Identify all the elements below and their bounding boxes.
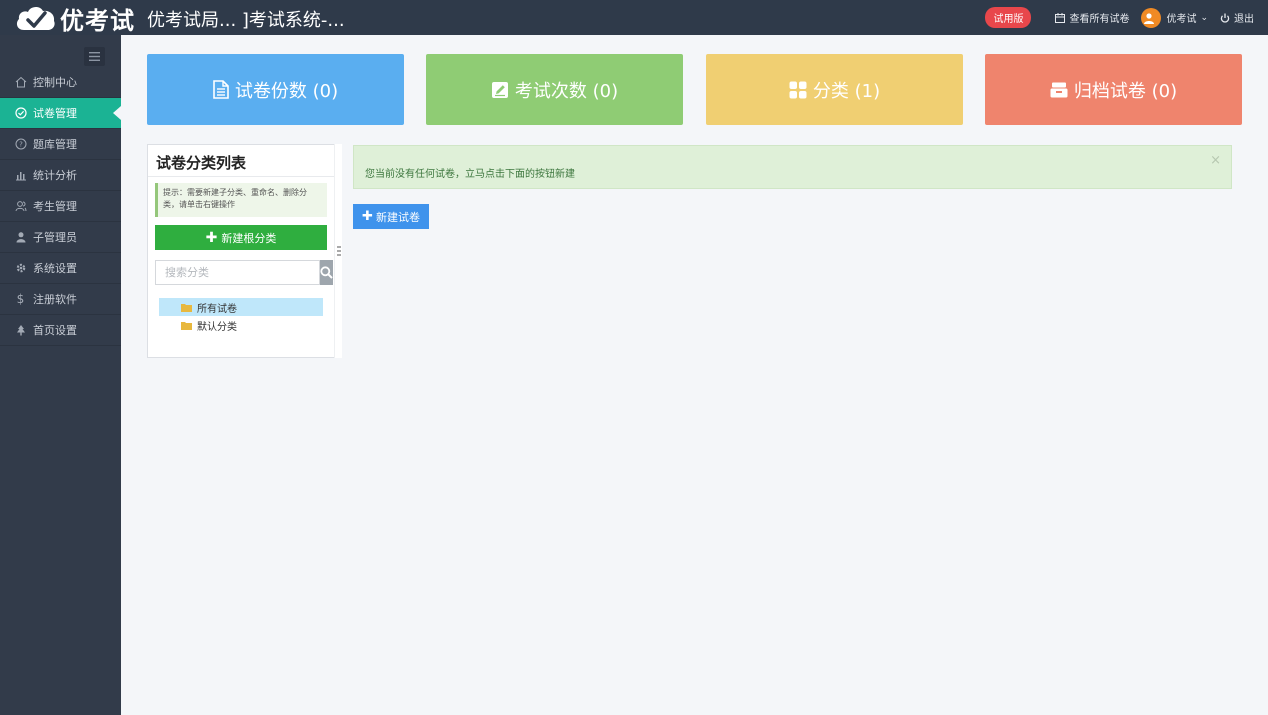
avatar — [1141, 7, 1162, 28]
dollar-icon: $ — [16, 292, 25, 306]
tree-node-label: 所有试卷 — [197, 303, 237, 315]
top-right-menu: 试用版 查看所有试卷 优考试 ⌄ 退出 — [985, 0, 1254, 35]
top-bar: 优考试 优考试局... ]考试系统-... 试用版 查看所有试卷 优考试 ⌄ 退… — [0, 0, 1268, 35]
logo-text: 优考试 — [60, 6, 135, 35]
alert-message: 您当前没有任何试卷，立马点击下面的按钮新建 — [365, 169, 575, 180]
folder-icon — [181, 321, 192, 330]
new-paper-label: 新建试卷 — [375, 210, 420, 224]
sidebar-item-register[interactable]: $ 注册软件 — [0, 284, 121, 315]
sidebar-item-label: 统计分析 — [33, 169, 77, 182]
category-panel-title: 试卷分类列表 — [148, 145, 334, 177]
sidebar-toggle-button[interactable] — [84, 47, 105, 66]
logo[interactable]: 优考试 — [14, 2, 135, 35]
new-root-category-label: 新建根分类 — [221, 231, 277, 245]
sidebar-item-label: 题库管理 — [33, 138, 77, 151]
papers-count-label: 试卷份数 (0) — [234, 80, 339, 102]
user-menu[interactable]: 优考试 ⌄ — [1141, 7, 1208, 28]
empty-papers-alert: 您当前没有任何试卷，立马点击下面的按钮新建 × — [353, 145, 1232, 189]
sidebar-item-system-settings[interactable]: 系统设置 — [0, 253, 121, 284]
search-icon — [320, 266, 333, 279]
menu-icon — [89, 52, 100, 61]
user-name: 优考试 — [1166, 14, 1197, 25]
sidebar-item-question-bank[interactable]: ? 题库管理 — [0, 129, 121, 160]
home-icon — [14, 76, 27, 89]
calendar-icon — [1055, 12, 1066, 23]
apps-icon — [789, 81, 807, 98]
categories-count-label: 分类 (1) — [812, 80, 881, 102]
tree-icon — [14, 324, 27, 337]
exams-count-label: 考试次数 (0) — [514, 80, 619, 102]
panel-resize-handle[interactable] — [334, 144, 342, 358]
category-tree: 所有试卷 默认分类 — [159, 298, 323, 334]
users-icon — [14, 200, 27, 213]
sidebar-item-statistics[interactable]: 统计分析 — [0, 160, 121, 191]
archive-icon — [1050, 82, 1068, 97]
app-title: 优考试局... ]考试系统-... — [147, 10, 345, 31]
papers-count-card[interactable]: 试卷份数 (0) — [147, 54, 404, 125]
user-icon — [1144, 12, 1155, 24]
sidebar-item-label: 注册软件 — [33, 293, 77, 306]
sidebar-item-examinees[interactable]: 考生管理 — [0, 191, 121, 222]
new-paper-button[interactable]: ✚ 新建试卷 — [353, 204, 429, 229]
tree-node-label: 默认分类 — [197, 321, 237, 333]
archived-count-label: 归档试卷 (0) — [1073, 80, 1178, 102]
cloud-check-icon — [16, 6, 55, 30]
category-search — [155, 260, 333, 285]
sidebar: 控制中心 试卷管理 ? 题库管理 统计分析 考生管理 子管理员 系统设置 $ 注… — [0, 35, 121, 715]
archived-count-card[interactable]: 归档试卷 (0) — [985, 54, 1242, 125]
power-icon — [1220, 13, 1230, 23]
sidebar-item-label: 考生管理 — [33, 200, 77, 213]
tree-node-default-category[interactable]: 默认分类 — [159, 316, 323, 334]
category-hint: 提示：需要新建子分类、重命名、删除分类，请单击右键操作 — [155, 183, 327, 217]
trial-badge[interactable]: 试用版 — [985, 7, 1032, 28]
close-icon[interactable]: × — [1210, 153, 1221, 168]
edit-icon — [491, 81, 508, 98]
view-all-papers-link[interactable]: 查看所有试卷 — [1055, 10, 1129, 25]
sidebar-item-sub-admins[interactable]: 子管理员 — [0, 222, 121, 253]
drag-handle-icon — [336, 246, 341, 256]
plus-icon: ✚ — [362, 209, 373, 224]
logout-link[interactable]: 退出 — [1220, 10, 1254, 25]
sidebar-item-dashboard[interactable]: 控制中心 — [0, 67, 121, 98]
sidebar-item-homepage-settings[interactable]: 首页设置 — [0, 315, 121, 346]
tree-node-all-papers[interactable]: 所有试卷 — [159, 298, 323, 316]
check-circle-icon — [14, 107, 27, 120]
gear-icon — [14, 262, 27, 275]
logout-label: 退出 — [1234, 14, 1254, 25]
sidebar-item-label: 系统设置 — [33, 262, 77, 275]
new-root-category-button[interactable]: ✚ 新建根分类 — [155, 225, 327, 250]
sidebar-nav: 控制中心 试卷管理 ? 题库管理 统计分析 考生管理 子管理员 系统设置 $ 注… — [0, 67, 121, 346]
view-all-papers-label: 查看所有试卷 — [1069, 14, 1130, 25]
category-panel: 试卷分类列表 提示：需要新建子分类、重命名、删除分类，请单击右键操作 ✚ 新建根… — [147, 144, 335, 358]
sidebar-item-label: 子管理员 — [33, 231, 77, 244]
plus-icon: ✚ — [205, 229, 218, 246]
document-icon — [213, 80, 229, 99]
exams-count-card[interactable]: 考试次数 (0) — [426, 54, 683, 125]
sidebar-item-label: 首页设置 — [33, 324, 77, 337]
sidebar-item-label: 试卷管理 — [33, 107, 77, 120]
category-search-button[interactable] — [320, 260, 333, 285]
categories-count-card[interactable]: 分类 (1) — [706, 54, 963, 125]
sidebar-item-paper-management[interactable]: 试卷管理 — [0, 98, 121, 129]
chevron-down-icon: ⌄ — [1200, 12, 1208, 23]
question-circle-icon: ? — [14, 138, 27, 151]
svg-text:?: ? — [19, 141, 23, 149]
user-icon — [14, 231, 27, 244]
sidebar-item-label: 控制中心 — [33, 76, 77, 89]
bar-chart-icon — [14, 169, 27, 182]
category-search-input[interactable] — [155, 260, 320, 285]
folder-icon — [181, 303, 192, 312]
